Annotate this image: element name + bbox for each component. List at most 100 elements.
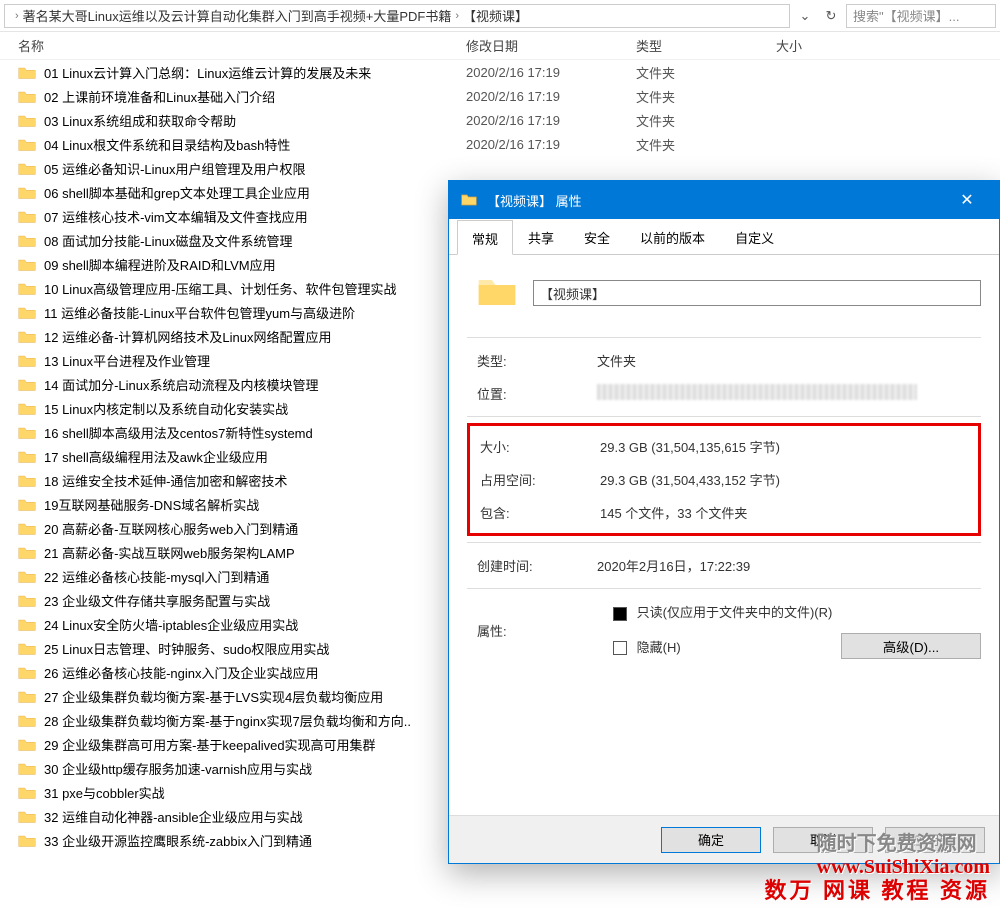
column-size[interactable]: 大小 bbox=[776, 36, 1000, 55]
file-name: 01 Linux云计算入门总纲：Linux运维云计算的发展及未来 bbox=[44, 63, 371, 82]
file-type: 文件夹 bbox=[636, 87, 776, 106]
tab-share[interactable]: 共享 bbox=[513, 219, 569, 254]
properties-dialog: 【视频课】 属性 ✕ 常规 共享 安全 以前的版本 自定义 【视频课】 类型: … bbox=[448, 180, 1000, 864]
folder-icon bbox=[18, 65, 36, 79]
folder-icon bbox=[18, 185, 36, 199]
folder-icon bbox=[18, 257, 36, 271]
value-location-blurred bbox=[597, 384, 917, 400]
label-type: 类型: bbox=[477, 351, 597, 370]
folder-icon bbox=[18, 137, 36, 151]
close-icon[interactable]: ✕ bbox=[947, 181, 987, 219]
breadcrumb-seg-1[interactable]: 著名某大哥Linux运维以及云计算自动化集群入门到高手视频+大量PDF书籍 bbox=[23, 6, 452, 25]
folder-icon bbox=[18, 689, 36, 703]
file-date: 2020/2/16 17:19 bbox=[466, 65, 636, 80]
label-attributes: 属性: bbox=[477, 621, 597, 640]
file-name: 09 shell脚本编程进阶及RAID和LVM应用 bbox=[44, 255, 276, 274]
folder-icon bbox=[18, 161, 36, 175]
dialog-titlebar[interactable]: 【视频课】 属性 ✕ bbox=[449, 181, 999, 219]
checkbox-readonly[interactable] bbox=[613, 607, 627, 621]
file-type: 文件夹 bbox=[636, 135, 776, 154]
value-size: 29.3 GB (31,504,135,615 字节) bbox=[600, 437, 978, 456]
folder-name-input[interactable]: 【视频课】 bbox=[533, 280, 981, 306]
folder-icon bbox=[18, 833, 36, 847]
folder-icon bbox=[18, 497, 36, 511]
file-name: 30 企业级http缓存服务加速-varnish应用与实战 bbox=[44, 759, 312, 778]
file-name: 07 运维核心技术-vim文本编辑及文件查找应用 bbox=[44, 207, 308, 226]
dialog-title: 【视频课】 属性 bbox=[487, 191, 947, 210]
folder-icon bbox=[18, 569, 36, 583]
label-readonly: 只读(仅应用于文件夹中的文件)(R) bbox=[637, 605, 833, 620]
dialog-tabs: 常规 共享 安全 以前的版本 自定义 bbox=[449, 219, 999, 255]
folder-icon bbox=[18, 113, 36, 127]
file-row[interactable]: 04 Linux根文件系统和目录结构及bash特性2020/2/16 17:19… bbox=[0, 132, 1000, 156]
advanced-button[interactable]: 高级(D)... bbox=[841, 633, 981, 659]
file-name: 22 运维必备核心技能-mysql入门到精通 bbox=[44, 567, 269, 586]
search-input[interactable]: 搜索"【视频课】... bbox=[846, 4, 996, 28]
label-size: 大小: bbox=[480, 437, 600, 456]
folder-icon bbox=[18, 737, 36, 751]
file-type: 文件夹 bbox=[636, 111, 776, 130]
folder-icon bbox=[18, 473, 36, 487]
file-row[interactable]: 02 上课前环境准备和Linux基础入门介绍 2020/2/16 17:19文件夹 bbox=[0, 84, 1000, 108]
folder-icon bbox=[18, 353, 36, 367]
label-location: 位置: bbox=[477, 384, 597, 403]
folder-icon bbox=[461, 193, 477, 207]
highlighted-red-box: 大小: 29.3 GB (31,504,135,615 字节) 占用空间: 29… bbox=[467, 423, 981, 536]
file-name: 27 企业级集群负载均衡方案-基于LVS实现4层负载均衡应用 bbox=[44, 687, 383, 706]
folder-icon bbox=[18, 593, 36, 607]
file-name: 12 运维必备-计算机网络技术及Linux网络配置应用 bbox=[44, 327, 331, 346]
folder-icon bbox=[18, 545, 36, 559]
file-name: 08 面试加分技能-Linux磁盘及文件系统管理 bbox=[44, 231, 292, 250]
file-type: 文件夹 bbox=[636, 63, 776, 82]
folder-icon bbox=[18, 305, 36, 319]
breadcrumb[interactable]: › 著名某大哥Linux运维以及云计算自动化集群入门到高手视频+大量PDF书籍 … bbox=[4, 4, 790, 28]
folder-icon bbox=[18, 617, 36, 631]
folder-icon bbox=[18, 425, 36, 439]
column-date[interactable]: 修改日期 bbox=[466, 36, 636, 55]
label-created: 创建时间: bbox=[477, 556, 597, 575]
chevron-right-icon: › bbox=[455, 10, 459, 22]
file-name: 02 上课前环境准备和Linux基础入门介绍 bbox=[44, 87, 275, 106]
file-row[interactable]: 01 Linux云计算入门总纲：Linux运维云计算的发展及未来 2020/2/1… bbox=[0, 60, 1000, 84]
value-size-on-disk: 29.3 GB (31,504,433,152 字节) bbox=[600, 470, 978, 489]
file-name: 32 运维自动化神器-ansible企业级应用与实战 bbox=[44, 807, 303, 826]
tab-general[interactable]: 常规 bbox=[457, 220, 513, 255]
value-contains: 145 个文件，33 个文件夹 bbox=[600, 503, 978, 522]
checkbox-hidden[interactable] bbox=[613, 641, 627, 655]
value-created: 2020年2月16日，17:22:39 bbox=[597, 556, 981, 575]
file-row[interactable]: 03 Linux系统组成和获取命令帮助2020/2/16 17:19文件夹 bbox=[0, 108, 1000, 132]
folder-icon bbox=[18, 329, 36, 343]
file-name: 31 pxe与cobbler实战 bbox=[44, 783, 165, 802]
file-name: 16 shell脚本高级用法及centos7新特性systemd bbox=[44, 423, 313, 442]
chevron-right-icon: › bbox=[15, 10, 19, 22]
folder-icon bbox=[18, 665, 36, 679]
column-type[interactable]: 类型 bbox=[636, 36, 776, 55]
file-name: 26 运维必备核心技能-nginx入门及企业实战应用 bbox=[44, 663, 318, 682]
file-row[interactable]: 05 运维必备知识-Linux用户组管理及用户权限 bbox=[0, 156, 1000, 180]
file-name: 17 shell高级编程用法及awk企业级应用 bbox=[44, 447, 268, 466]
ok-button[interactable]: 确定 bbox=[661, 827, 761, 853]
folder-icon bbox=[18, 449, 36, 463]
file-date: 2020/2/16 17:19 bbox=[466, 89, 636, 104]
refresh-icon[interactable]: ↻ bbox=[820, 5, 842, 27]
label-size-on-disk: 占用空间: bbox=[480, 470, 600, 489]
label-hidden: 隐藏(H) bbox=[637, 640, 681, 655]
file-name: 33 企业级开源监控鹰眼系统-zabbix入门到精通 bbox=[44, 831, 312, 850]
tab-security[interactable]: 安全 bbox=[569, 219, 625, 254]
chevron-down-icon[interactable]: ⌄ bbox=[794, 5, 816, 27]
breadcrumb-seg-2[interactable]: 【视频课】 bbox=[463, 6, 528, 25]
watermark-bottom: 数万 网课 教程 资源 bbox=[764, 873, 990, 905]
file-name: 19互联网基础服务-DNS域名解析实战 bbox=[44, 495, 259, 514]
folder-icon bbox=[18, 281, 36, 295]
watermark-top: 随时下免费资源网 www.SuiShiXia.com bbox=[817, 827, 990, 879]
file-name: 20 高薪必备-互联网核心服务web入门到精通 bbox=[44, 519, 298, 538]
file-name: 23 企业级文件存储共享服务配置与实战 bbox=[44, 591, 270, 610]
tab-custom[interactable]: 自定义 bbox=[720, 219, 789, 254]
column-name[interactable]: 名称 bbox=[0, 36, 466, 55]
file-name: 11 运维必备技能-Linux平台软件包管理yum与高级进阶 bbox=[44, 303, 355, 322]
file-name: 18 运维安全技术延伸-通信加密和解密技术 bbox=[44, 471, 287, 490]
folder-icon bbox=[18, 401, 36, 415]
file-name: 03 Linux系统组成和获取命令帮助 bbox=[44, 111, 236, 130]
folder-icon bbox=[18, 233, 36, 247]
tab-previous[interactable]: 以前的版本 bbox=[625, 219, 720, 254]
